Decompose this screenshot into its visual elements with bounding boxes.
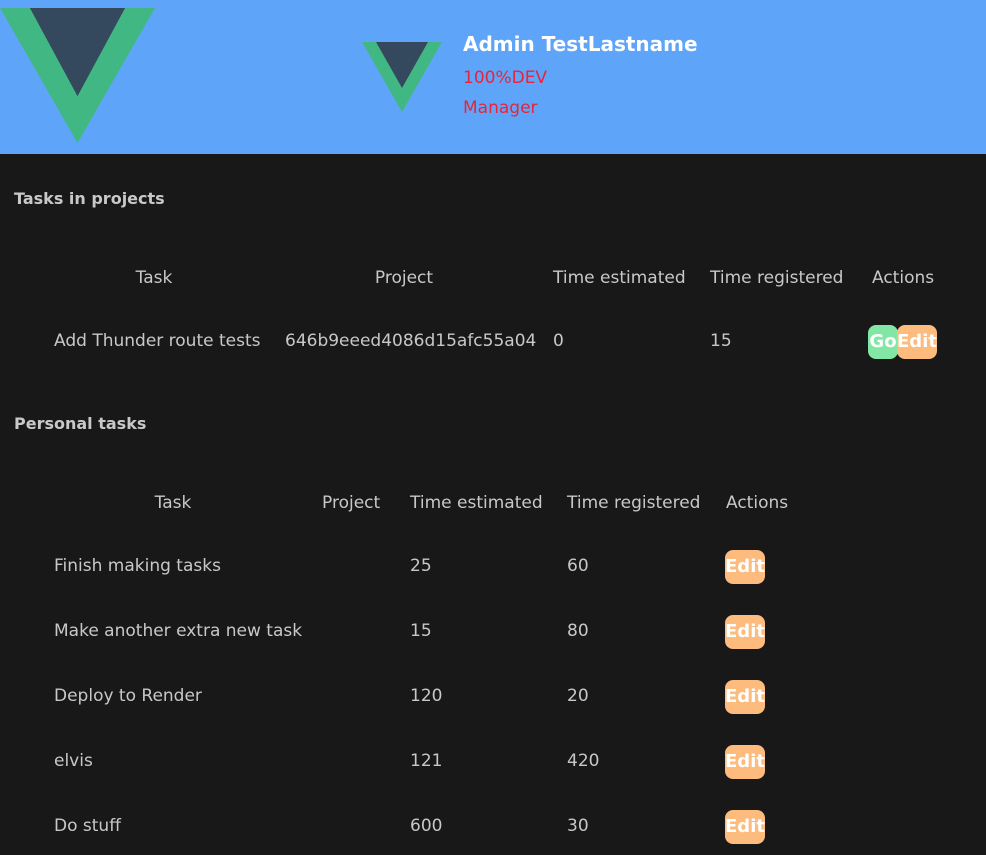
edit-button[interactable]: Edit xyxy=(725,680,765,714)
vue-logo-icon xyxy=(0,8,155,143)
section-title-project-tasks: Tasks in projects xyxy=(14,189,165,208)
column-header-time-estimated: Time estimated xyxy=(553,268,686,288)
task-time-estimated: 600 xyxy=(410,816,443,836)
edit-button[interactable]: Edit xyxy=(725,550,765,584)
app-header: Admin TestLastname 100%DEV Manager xyxy=(0,0,986,154)
task-time-estimated: 121 xyxy=(410,751,443,771)
task-name: Finish making tasks xyxy=(54,556,221,576)
edit-button[interactable]: Edit xyxy=(725,810,765,844)
task-name: Add Thunder route tests xyxy=(54,331,261,351)
column-header-project: Project xyxy=(374,268,434,288)
user-name: Admin TestLastname xyxy=(463,32,698,56)
edit-button[interactable]: Edit xyxy=(897,325,937,359)
section-title-personal-tasks: Personal tasks xyxy=(14,414,147,433)
task-time-estimated: 0 xyxy=(553,331,564,351)
task-time-registered: 15 xyxy=(710,331,732,351)
task-time-registered: 30 xyxy=(567,816,589,836)
task-name: Do stuff xyxy=(54,816,121,836)
column-header-actions: Actions xyxy=(726,493,789,513)
task-name: Make another extra new task xyxy=(54,621,303,641)
task-time-estimated: 25 xyxy=(410,556,432,576)
column-header-actions: Actions xyxy=(872,268,935,288)
task-time-registered: 60 xyxy=(567,556,589,576)
edit-button[interactable]: Edit xyxy=(725,615,765,649)
vue-logo-icon xyxy=(362,42,442,112)
task-name: Deploy to Render xyxy=(54,686,202,706)
column-header-project: Project xyxy=(322,493,381,513)
task-time-registered: 420 xyxy=(567,751,600,771)
task-time-estimated: 15 xyxy=(410,621,432,641)
column-header-time-registered: Time registered xyxy=(567,493,701,513)
task-name: elvis xyxy=(54,751,93,771)
column-header-task: Task xyxy=(135,268,173,288)
task-time-estimated: 120 xyxy=(410,686,443,706)
go-button[interactable]: Go xyxy=(868,325,898,359)
edit-button[interactable]: Edit xyxy=(725,745,765,779)
user-role: Manager xyxy=(463,98,538,118)
task-project: 646b9eeed4086d15afc55a04 xyxy=(285,331,537,351)
user-company: 100%DEV xyxy=(463,68,548,88)
column-header-time-registered: Time registered xyxy=(710,268,844,288)
task-time-registered: 20 xyxy=(567,686,589,706)
task-time-registered: 80 xyxy=(567,621,589,641)
column-header-task: Task xyxy=(154,493,192,513)
column-header-time-estimated: Time estimated xyxy=(410,493,543,513)
